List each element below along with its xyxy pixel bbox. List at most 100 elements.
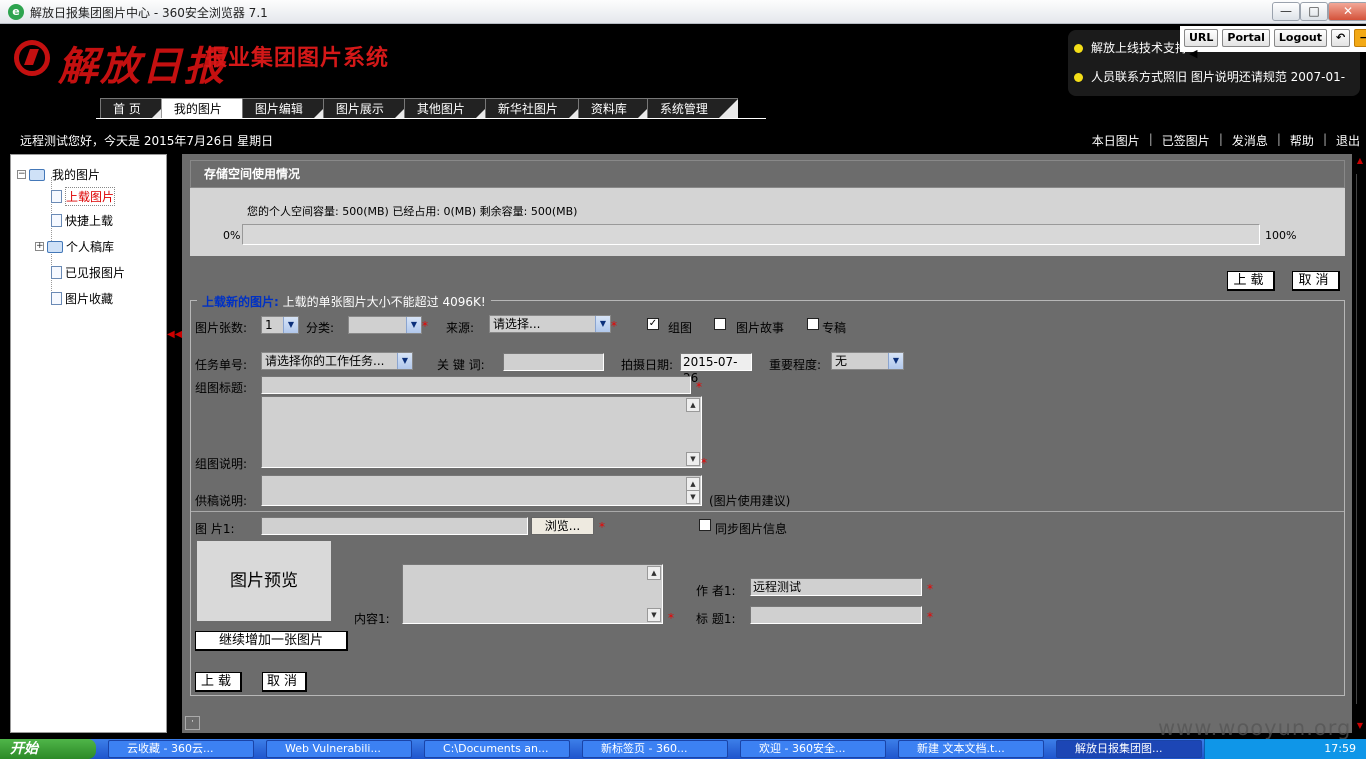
collapse-button[interactable]: − xyxy=(1354,29,1366,47)
clock[interactable]: 17:59 xyxy=(1324,742,1356,755)
tree-root[interactable]: − 我的图片 xyxy=(17,166,100,183)
link-today-pictures[interactable]: 本日图片 xyxy=(1092,132,1140,149)
cancel-button-top[interactable]: 取消 xyxy=(1292,271,1340,291)
tab-picture-show[interactable]: 图片展示 xyxy=(322,98,414,119)
keyword-input[interactable] xyxy=(503,353,604,371)
storage-title: 存储空间使用情况 xyxy=(190,160,1345,188)
link-logout[interactable]: 退出 xyxy=(1336,132,1360,149)
link-signed-pictures[interactable]: 已签图片 xyxy=(1162,132,1210,149)
close-button[interactable]: ✕ xyxy=(1328,2,1366,21)
collapse-sidebar-icon[interactable]: ◀◀ xyxy=(167,329,182,340)
notice-item[interactable]: 解放上线技术支持 xyxy=(1074,39,1187,56)
taskbar-item[interactable]: 欢迎 - 360安全... xyxy=(740,740,886,758)
tree-item-upload[interactable]: 上载图片 xyxy=(51,187,116,206)
story-checkbox[interactable] xyxy=(714,318,726,330)
taskbar-item[interactable]: Web Vulnerabili... xyxy=(266,740,412,758)
importance-label: 重要程度: xyxy=(769,358,822,372)
tree-item-label: 个人稿库 xyxy=(66,240,115,254)
scrollbar-track[interactable] xyxy=(1356,174,1364,704)
scroll-down-icon[interactable]: ▼ xyxy=(686,490,700,504)
importance-select[interactable]: 无 ▼ xyxy=(831,352,904,370)
category-select[interactable]: ▼ xyxy=(348,316,422,334)
expand-toggle-icon[interactable]: + xyxy=(35,242,44,251)
tab-archive[interactable]: 资料库 xyxy=(577,98,657,119)
tree-item-label: 已见报图片 xyxy=(65,266,126,280)
link-help[interactable]: 帮助 xyxy=(1290,132,1314,149)
progress-min-label: 0% xyxy=(223,229,241,242)
taskbar-item[interactable]: C:\Documents an... xyxy=(424,740,570,758)
group-title-input[interactable] xyxy=(261,376,691,394)
tab-other-pictures[interactable]: 其他图片 xyxy=(403,98,495,119)
taskbar: 开始 云收藏 - 360云... Web Vulnerabili... C:\D… xyxy=(0,739,1366,759)
taskbar-item[interactable]: 新标签页 - 360... xyxy=(582,740,728,758)
url-button[interactable]: URL ◀ xyxy=(1184,29,1219,60)
date-input[interactable]: 2015-07-26 xyxy=(680,353,752,385)
tab-picture-edit[interactable]: 图片编辑 xyxy=(241,98,333,119)
source-select[interactable]: 请选择... ▼ xyxy=(489,315,611,333)
tab-system-admin[interactable]: 系统管理 xyxy=(646,98,738,119)
picture-title-input[interactable] xyxy=(750,606,922,624)
separator: | xyxy=(1218,132,1223,146)
story-label: 图片故事 xyxy=(736,321,785,335)
count-label: 图片张数: xyxy=(195,321,248,335)
browser-toolbox: URL ◀ Portal Logout ↶ − xyxy=(1180,26,1366,60)
author-input[interactable]: 远程测试 xyxy=(750,578,922,596)
tree-item-quick-upload[interactable]: 快捷上载 xyxy=(51,212,113,229)
task-select[interactable]: 请选择你的工作任务... ▼ xyxy=(261,352,413,370)
taskbar-item[interactable]: 新建 文本文档.t... xyxy=(898,740,1044,758)
portal-button[interactable]: Portal xyxy=(1222,29,1270,47)
tab-my-pictures[interactable]: 我的图片 xyxy=(160,98,252,119)
scroll-down-icon[interactable]: ▼ xyxy=(686,452,700,466)
content-label: 内容1: xyxy=(354,612,390,626)
add-picture-button[interactable]: 继续增加一张图片 xyxy=(195,631,348,651)
link-send-message[interactable]: 发消息 xyxy=(1232,132,1268,149)
picture-file-input[interactable] xyxy=(261,517,528,535)
count-select[interactable]: 1 ▼ xyxy=(261,316,299,334)
chevron-down-icon: ▼ xyxy=(595,316,610,332)
content-textarea[interactable]: ▲ ▼ xyxy=(402,564,663,624)
maximize-button[interactable]: □ xyxy=(1300,2,1328,21)
tab-xinhua-pictures[interactable]: 新华社图片 xyxy=(484,98,588,119)
scroll-up-icon[interactable]: ▲ xyxy=(686,398,700,412)
scroll-up-icon[interactable]: ▲ xyxy=(647,566,661,580)
tree-item-personal-library[interactable]: + 个人稿库 xyxy=(35,238,114,255)
taskbar-item[interactable]: 云收藏 - 360云... xyxy=(108,740,254,758)
scroll-up-icon[interactable]: ▲ xyxy=(686,477,700,491)
undo-icon[interactable]: ↶ xyxy=(1331,29,1351,47)
special-checkbox[interactable] xyxy=(807,318,819,330)
nav-divider xyxy=(96,118,766,119)
author-label: 作 者1: xyxy=(696,584,736,598)
main-panel: 存储空间使用情况 您的个人空间容量: 500(MB) 已经占用: 0(MB) 剩… xyxy=(182,154,1352,733)
sync-checkbox[interactable] xyxy=(699,519,711,531)
collapse-toggle-icon[interactable]: − xyxy=(17,170,26,179)
scroll-up-icon[interactable]: ▲ xyxy=(1355,156,1365,166)
scroll-down-icon[interactable]: ▼ xyxy=(647,608,661,622)
cancel-button[interactable]: 取消 xyxy=(262,672,307,692)
storage-panel: 存储空间使用情况 您的个人空间容量: 500(MB) 已经占用: 0(MB) 剩… xyxy=(190,160,1345,256)
welcome-text: 远程测试您好，今天是 2015年7月26日 星期日 xyxy=(20,134,274,148)
group-description-textarea[interactable]: ▲ ▼ xyxy=(261,396,702,468)
minimize-button[interactable]: — xyxy=(1272,2,1300,21)
upload-button-top[interactable]: 上载 xyxy=(1227,271,1275,291)
logout-button[interactable]: Logout xyxy=(1273,29,1328,47)
scroll-down-icon[interactable]: ▼ xyxy=(1355,721,1365,731)
image-preview: 图片预览 xyxy=(197,541,331,621)
tree-item-label: 上载图片 xyxy=(65,187,116,206)
frame-toggle-icon[interactable]: · xyxy=(185,716,200,730)
tree-item-favorites[interactable]: 图片收藏 xyxy=(51,290,113,307)
page-scrollbar[interactable]: ▲ ▼ xyxy=(1354,154,1366,733)
upload-form: 上载新的图片: 上载的单张图片大小不能超过 4096K! 图片张数: 1 ▼ 分类… xyxy=(190,293,1345,696)
upload-button[interactable]: 上载 xyxy=(195,672,242,692)
supply-description-textarea[interactable]: ▲ ▼ xyxy=(261,475,702,506)
tree-item-published[interactable]: 已见报图片 xyxy=(51,264,125,281)
start-button[interactable]: 开始 xyxy=(0,739,96,759)
source-label: 来源: xyxy=(446,321,475,335)
required-mark: * xyxy=(701,456,707,470)
taskbar-item-active[interactable]: 解放日报集团图... xyxy=(1056,740,1202,758)
group-checkbox[interactable]: ✓ xyxy=(647,318,659,330)
main-nav: 首 页 我的图片 图片编辑 图片展示 其他图片 新华社图片 资料库 系统管理 xyxy=(100,98,738,119)
notice-item[interactable]: 人员联系方式照旧 图片说明还请规范 2007-01- xyxy=(1074,68,1345,85)
system-title: 报业集团图片系统 xyxy=(205,46,390,71)
sync-label: 同步图片信息 xyxy=(715,522,788,536)
browse-button[interactable]: 浏览... xyxy=(531,517,594,535)
